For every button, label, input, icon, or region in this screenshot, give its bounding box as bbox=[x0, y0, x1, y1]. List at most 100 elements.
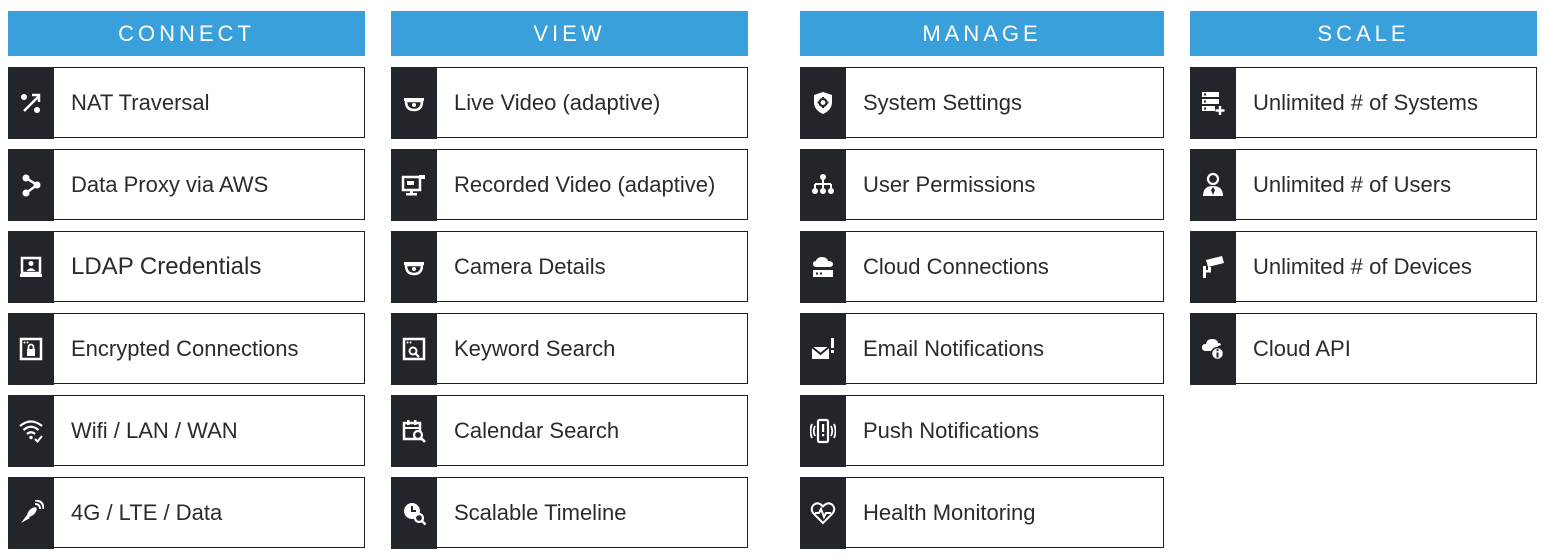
feature-item: Unlimited # of Systems bbox=[1189, 66, 1537, 139]
feature-item: Wifi / LAN / WAN bbox=[7, 394, 365, 467]
column-header: MANAGE bbox=[800, 11, 1164, 56]
clock-search-icon bbox=[401, 500, 427, 526]
feature-label: Recorded Video (adaptive) bbox=[454, 171, 716, 197]
feature-list: NAT Traversal Data Proxy via AWS LDAP Cr… bbox=[7, 66, 365, 549]
feature-item: Health Monitoring bbox=[799, 476, 1164, 549]
icon-strip bbox=[799, 476, 846, 549]
icon-strip bbox=[7, 476, 54, 549]
feature-item: Keyword Search bbox=[390, 312, 748, 385]
icon-strip bbox=[799, 66, 846, 139]
feature-label: Wifi / LAN / WAN bbox=[71, 417, 238, 443]
icon-strip bbox=[799, 312, 846, 385]
wifi-check-icon bbox=[18, 418, 44, 444]
bullet-camera-icon bbox=[1200, 254, 1226, 280]
icon-strip bbox=[799, 394, 846, 467]
feature-item: Unlimited # of Users bbox=[1189, 148, 1537, 221]
icon-strip bbox=[390, 66, 437, 139]
feature-item: Scalable Timeline bbox=[390, 476, 748, 549]
search-window-icon bbox=[401, 336, 427, 362]
icon-strip bbox=[799, 230, 846, 303]
feature-item: LDAP Credentials bbox=[7, 230, 365, 303]
icon-strip bbox=[1189, 312, 1236, 385]
icon-strip bbox=[1189, 66, 1236, 139]
column-manage: MANAGE System Settings User Permissions … bbox=[799, 11, 1164, 559]
email-alert-icon bbox=[810, 336, 836, 362]
feature-label: Keyword Search bbox=[454, 335, 616, 361]
feature-label: Health Monitoring bbox=[863, 499, 1036, 525]
column-view: VIEW Live Video (adaptive) Recorded Vide… bbox=[390, 11, 748, 559]
icon-strip bbox=[1189, 148, 1236, 221]
feature-label: NAT Traversal bbox=[71, 89, 210, 115]
feature-label: Data Proxy via AWS bbox=[71, 171, 269, 197]
feature-label: LDAP Credentials bbox=[71, 252, 262, 280]
feature-list: Unlimited # of Systems Unlimited # of Us… bbox=[1189, 66, 1537, 385]
heart-pulse-icon bbox=[810, 500, 836, 526]
feature-label: Calendar Search bbox=[454, 417, 620, 443]
calendar-search-icon bbox=[401, 418, 427, 444]
feature-label: System Settings bbox=[863, 89, 1022, 115]
feature-item: System Settings bbox=[799, 66, 1164, 139]
feature-list: System Settings User Permissions Cloud C… bbox=[799, 66, 1164, 549]
feature-item: Email Notifications bbox=[799, 312, 1164, 385]
feature-label: Live Video (adaptive) bbox=[454, 89, 661, 115]
dome-camera-icon bbox=[401, 254, 427, 280]
feature-item: Calendar Search bbox=[390, 394, 748, 467]
feature-label: Unlimited # of Systems bbox=[1253, 89, 1478, 115]
icon-strip bbox=[799, 148, 846, 221]
icon-strip bbox=[390, 312, 437, 385]
feature-label: Push Notifications bbox=[863, 417, 1040, 443]
lock-window-icon bbox=[18, 336, 44, 362]
feature-label: Unlimited # of Users bbox=[1253, 171, 1452, 197]
feature-label: Unlimited # of Devices bbox=[1253, 253, 1472, 279]
icon-strip bbox=[7, 394, 54, 467]
feature-item: User Permissions bbox=[799, 148, 1164, 221]
nat-traversal-icon bbox=[18, 90, 44, 116]
icon-strip bbox=[7, 230, 54, 303]
feature-item: NAT Traversal bbox=[7, 66, 365, 139]
feature-list: Live Video (adaptive) Recorded Video (ad… bbox=[390, 66, 748, 549]
dome-camera-icon bbox=[401, 90, 427, 116]
icon-strip bbox=[390, 148, 437, 221]
phone-alert-icon bbox=[809, 418, 836, 444]
icon-strip bbox=[1189, 230, 1236, 303]
ldap-user-icon bbox=[18, 254, 44, 280]
feature-item: Encrypted Connections bbox=[7, 312, 365, 385]
icon-strip bbox=[7, 148, 54, 221]
column-header: CONNECT bbox=[8, 11, 365, 56]
proxy-icon bbox=[18, 172, 44, 198]
feature-item: Data Proxy via AWS bbox=[7, 148, 365, 221]
satellite-icon bbox=[18, 499, 44, 526]
hierarchy-icon bbox=[810, 172, 836, 198]
feature-label: 4G / LTE / Data bbox=[71, 499, 223, 525]
shield-gear-icon bbox=[810, 90, 836, 116]
icon-strip bbox=[390, 394, 437, 467]
column-scale: SCALE Unlimited # of Systems Unlimited #… bbox=[1189, 11, 1537, 395]
feature-label: User Permissions bbox=[863, 171, 1036, 197]
column-connect: CONNECT NAT Traversal Data Proxy via AWS… bbox=[7, 11, 365, 559]
feature-item: Recorded Video (adaptive) bbox=[390, 148, 748, 221]
feature-item: Camera Details bbox=[390, 230, 748, 303]
icon-strip bbox=[390, 230, 437, 303]
feature-label: Encrypted Connections bbox=[71, 335, 299, 361]
feature-label: Cloud API bbox=[1253, 335, 1351, 361]
column-header: VIEW bbox=[391, 11, 748, 56]
feature-item: 4G / LTE / Data bbox=[7, 476, 365, 549]
feature-label: Cloud Connections bbox=[863, 253, 1049, 279]
feature-label: Scalable Timeline bbox=[454, 499, 627, 525]
server-plus-icon bbox=[1200, 90, 1226, 116]
feature-item: Live Video (adaptive) bbox=[390, 66, 748, 139]
column-header: SCALE bbox=[1190, 11, 1537, 56]
feature-item: Unlimited # of Devices bbox=[1189, 230, 1537, 303]
feature-item: Cloud API bbox=[1189, 312, 1537, 385]
cloud-server-icon bbox=[810, 254, 836, 280]
feature-item: Cloud Connections bbox=[799, 230, 1164, 303]
feature-label: Email Notifications bbox=[863, 335, 1044, 361]
icon-strip bbox=[7, 66, 54, 139]
feature-item: Push Notifications bbox=[799, 394, 1164, 467]
feature-label: Camera Details bbox=[454, 253, 606, 279]
icon-strip bbox=[390, 476, 437, 549]
cloud-info-icon bbox=[1200, 336, 1226, 362]
icon-strip bbox=[7, 312, 54, 385]
monitor-camera-icon bbox=[401, 172, 427, 198]
user-tie-icon bbox=[1200, 172, 1226, 198]
